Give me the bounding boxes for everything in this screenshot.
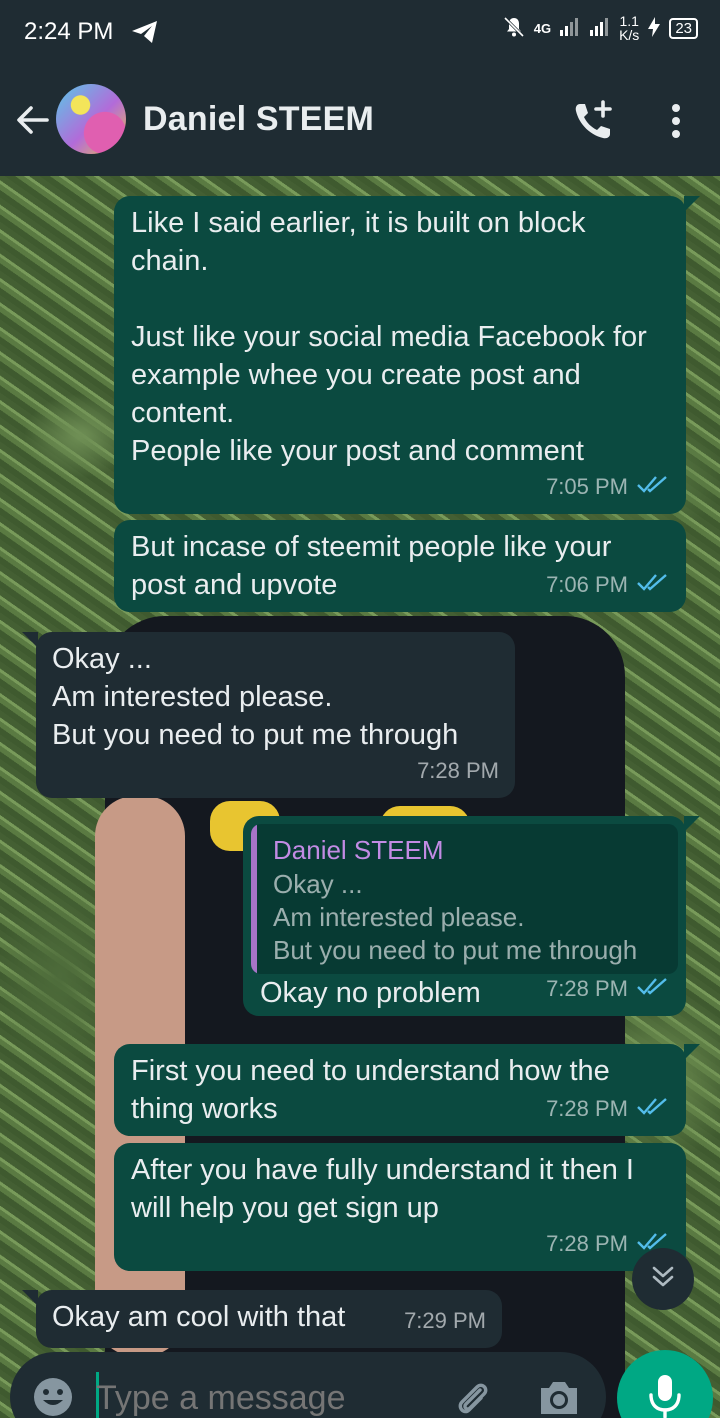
read-ticks-icon <box>636 1090 670 1128</box>
bubble-tail <box>22 1290 38 1306</box>
contact-name[interactable]: Daniel STEEM <box>143 100 374 139</box>
speed-unit: K/s <box>619 27 640 43</box>
network-speed: 1.1 K/s <box>619 14 639 42</box>
message-meta: 7:05 PM <box>546 468 670 506</box>
message-text: Like I said earlier, it is built on bloc… <box>131 207 647 467</box>
bubble-tail <box>684 816 700 832</box>
attach-icon[interactable] <box>450 1376 494 1418</box>
bubble-tail <box>684 1044 700 1060</box>
avatar[interactable] <box>56 84 126 154</box>
message-meta: 7:06 PM <box>546 566 670 604</box>
status-bar: 2:24 PM 4G 1.1 K/s 23 <box>0 0 720 64</box>
read-ticks-icon <box>636 970 670 1008</box>
message-meta: 7:28 PM <box>546 970 670 1008</box>
message-time: 7:28 PM <box>546 976 628 1001</box>
message-bubble-outgoing[interactable]: But incase of steemit people like your p… <box>114 520 686 612</box>
chat-header: Daniel STEEM <box>0 64 720 176</box>
quote-bar <box>251 824 257 974</box>
telegram-icon <box>130 18 160 51</box>
double-chevron-down-icon <box>649 1263 677 1296</box>
message-bubble-outgoing[interactable]: After you have fully understand it then … <box>114 1143 686 1271</box>
back-arrow-icon[interactable] <box>14 102 50 143</box>
message-bubble-incoming[interactable]: Okay am cool with that 7:29 PM <box>22 1290 502 1348</box>
message-time: 7:06 PM <box>546 572 628 597</box>
bubble-tail <box>684 196 700 212</box>
battery-level: 23 <box>669 17 698 39</box>
more-vert-icon[interactable] <box>666 102 686 147</box>
quote-author: Daniel STEEM <box>273 835 444 865</box>
message-text: Okay ... Am interested please. But you n… <box>52 643 459 751</box>
message-text: Okay no problem <box>260 977 481 1009</box>
message-bubble-outgoing[interactable]: Daniel STEEM Okay ... Am interested plea… <box>243 816 700 1016</box>
quoted-message[interactable]: Daniel STEEM Okay ... Am interested plea… <box>251 824 678 974</box>
charging-icon <box>647 16 661 41</box>
message-time: 7:05 PM <box>546 474 628 499</box>
add-call-icon[interactable] <box>570 98 616 149</box>
read-ticks-icon <box>636 566 670 604</box>
emoji-icon[interactable] <box>32 1376 74 1418</box>
message-time: 7:28 PM <box>546 1231 628 1256</box>
quote-text: Okay ... Am interested please. But you n… <box>273 869 638 965</box>
message-bubble-outgoing[interactable]: Like I said earlier, it is built on bloc… <box>114 196 700 514</box>
message-time: 7:29 PM <box>404 1308 486 1333</box>
chat-background: Like I said earlier, it is built on bloc… <box>0 176 720 1418</box>
status-time: 2:24 PM <box>24 18 114 45</box>
message-time: 7:28 PM <box>417 758 499 783</box>
signal-icon-1 <box>559 16 581 41</box>
camera-icon[interactable] <box>537 1378 581 1418</box>
bubble-tail <box>22 632 38 648</box>
message-composer <box>10 1352 606 1418</box>
message-meta: 7:29 PM <box>404 1302 486 1340</box>
message-text: After you have fully understand it then … <box>131 1154 634 1224</box>
message-bubble-outgoing[interactable]: First you need to understand how the thi… <box>114 1044 700 1136</box>
read-ticks-icon <box>636 468 670 506</box>
signal-icon-2 <box>589 16 611 41</box>
mute-bell-icon <box>502 15 526 42</box>
message-meta: 7:28 PM <box>546 1090 670 1128</box>
message-time: 7:28 PM <box>546 1096 628 1121</box>
message-meta: 7:28 PM <box>417 752 499 790</box>
message-bubble-incoming[interactable]: Okay ... Am interested please. But you n… <box>22 632 515 798</box>
scroll-to-bottom-button[interactable] <box>632 1248 694 1310</box>
status-icons: 4G 1.1 K/s 23 <box>502 14 698 42</box>
message-input[interactable] <box>96 1374 426 1418</box>
mic-icon <box>647 1373 683 1418</box>
network-4g-label: 4G <box>533 20 552 36</box>
speed-value: 1.1 <box>619 13 639 29</box>
